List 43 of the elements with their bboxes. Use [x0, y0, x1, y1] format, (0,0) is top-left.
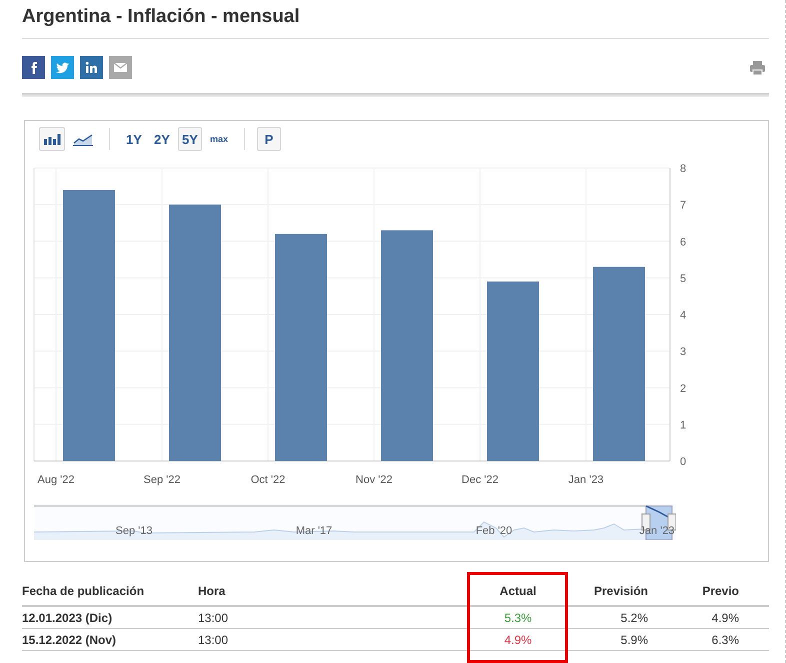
bar-chart-icon [43, 133, 61, 145]
axis-tick-label: 5 [680, 272, 686, 285]
table-cell: 12.01.2023 (Dic) [22, 606, 198, 628]
table-cell: 4.9% [648, 606, 769, 628]
axis-tick-label: 3 [680, 346, 686, 358]
column-header: Hora [198, 580, 472, 606]
bird-icon[interactable] [51, 56, 74, 79]
axis-tick-label: 4 [680, 310, 686, 322]
toolbar-button[interactable]: 1Y [122, 127, 146, 151]
axis-tick-label: 0 [680, 456, 686, 468]
column-header: Fecha de publicación [22, 580, 198, 606]
axis-tick-label: 7 [680, 200, 686, 212]
linkedin-icon[interactable] [80, 56, 103, 79]
table-cell: 5.3% [472, 606, 564, 628]
toolbar-button[interactable]: 5Y [178, 127, 202, 151]
axis-tick-label: Jan '23 [568, 474, 604, 486]
range-navigator[interactable]: Sep '13 Mar '17 Feb '20 Jan '23 [34, 504, 676, 540]
table-cell: 5.2% [564, 606, 648, 628]
toolbar-button[interactable]: P [257, 127, 282, 151]
page-title: Argentina - Inflación - mensual [22, 5, 301, 29]
axis-tick-label: Aug '22 [38, 474, 74, 486]
facebook-icon[interactable] [22, 56, 45, 79]
table-cell: 6.3% [648, 628, 769, 650]
line-chart-icon [73, 132, 93, 146]
column-header: Previsión [564, 580, 648, 606]
axis-tick-label: 2 [680, 382, 686, 395]
range-button[interactable]: max [206, 127, 232, 151]
axis-tick-label: 8 [680, 163, 686, 175]
table-cell: 13:00 [198, 606, 472, 628]
axis-tick-label: 6 [680, 236, 686, 248]
axis-tick-label: 1 [680, 419, 686, 432]
toolbar-button[interactable]: 2Y [150, 127, 174, 151]
axis-tick-label: Dec '22 [462, 474, 498, 486]
table-cell: 4.9% [472, 628, 564, 650]
axis-tick-label: Sep '22 [144, 474, 180, 486]
column-header: Previo [648, 580, 769, 606]
table-cell: 5.9% [564, 628, 648, 650]
axis-tick-label: Nov '22 [356, 474, 392, 486]
bar-chart-button[interactable] [39, 127, 65, 151]
table-cell: 15.12.2022 (Nov) [22, 628, 198, 650]
axis-tick-label: Oct '22 [250, 474, 286, 486]
column-header: Actual [472, 580, 564, 606]
table-cell: 13:00 [198, 628, 472, 650]
